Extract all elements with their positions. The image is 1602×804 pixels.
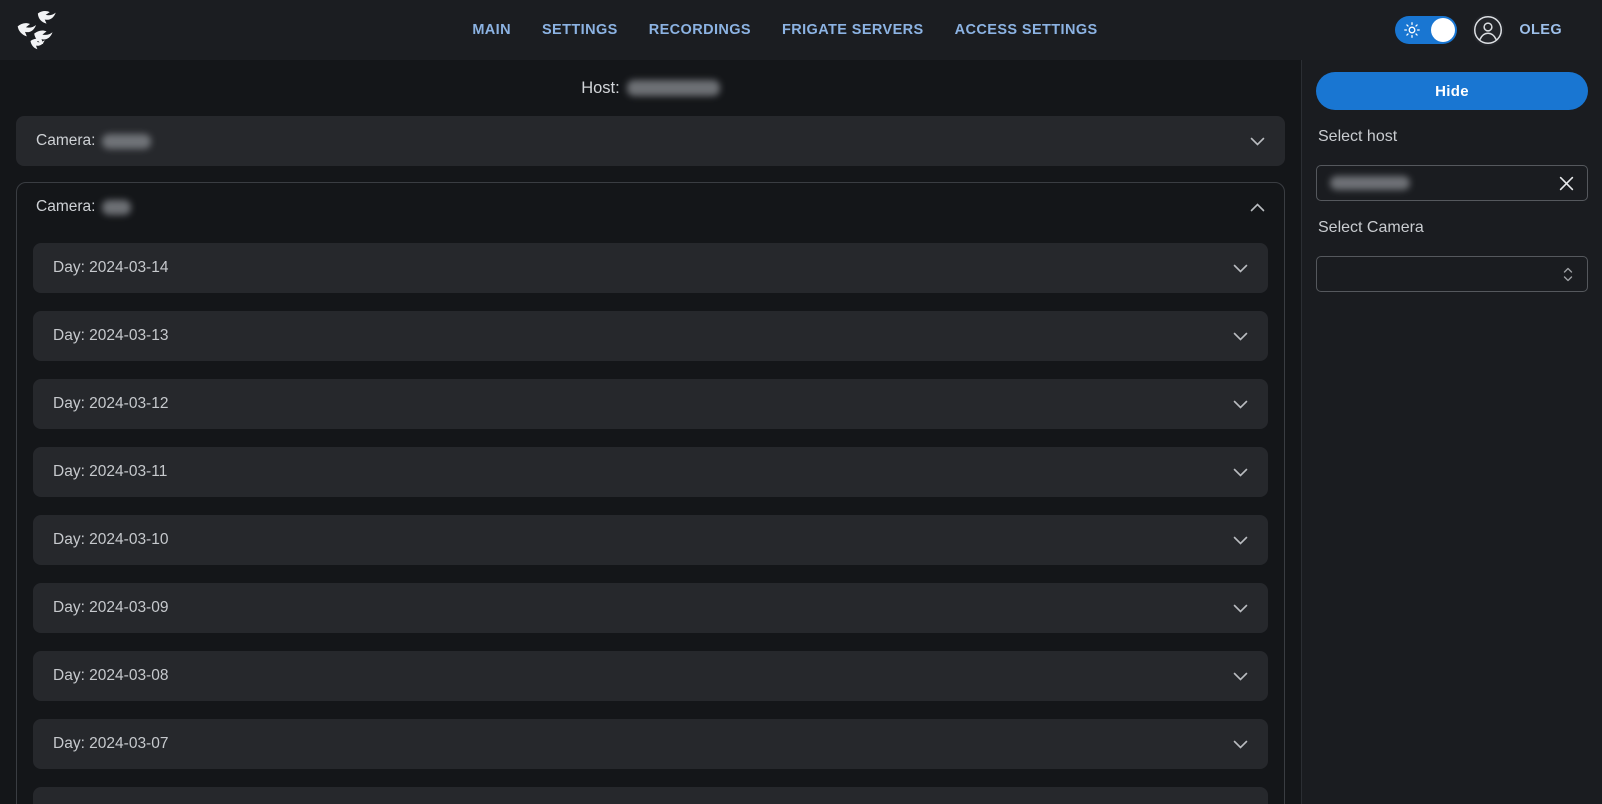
host-select[interactable]: █████████ xyxy=(1316,165,1588,201)
toggle-knob xyxy=(1431,18,1455,42)
nav-link[interactable]: MAIN xyxy=(472,22,511,38)
username[interactable]: OLEG xyxy=(1519,22,1562,38)
nav-link[interactable]: RECORDINGS xyxy=(649,22,751,38)
top-navigation-bar: MAIN SETTINGS RECORDINGS FRIGATE SERVERS… xyxy=(0,0,1602,60)
camera-accordion-label: Camera: ███ xyxy=(36,198,131,216)
day-row[interactable]: Day: 2024-03-14 xyxy=(33,243,1268,293)
camera-accordion-collapsed[interactable]: Camera: █████ xyxy=(16,116,1285,166)
select-camera-label: Select Camera xyxy=(1318,219,1586,237)
host-label: Host: xyxy=(581,79,620,98)
nav-link[interactable]: SETTINGS xyxy=(542,22,618,38)
select-arrows-icon xyxy=(1562,266,1574,283)
day-label: Day: 2024-03-13 xyxy=(53,327,168,345)
host-value-redacted: █████████ xyxy=(627,80,720,96)
camera-accordion-expanded: Camera: ███ Day: 2024-03-14 xyxy=(16,182,1285,804)
camera-label: Camera: xyxy=(36,132,95,150)
day-label: Day: 2024-03-08 xyxy=(53,667,168,685)
host-line: Host: █████████ xyxy=(16,76,1285,100)
chevron-down-icon xyxy=(1233,332,1248,341)
theme-toggle[interactable] xyxy=(1395,16,1457,44)
day-row[interactable]: Day: 2024-03-13 xyxy=(33,311,1268,361)
frigate-birds-logo[interactable] xyxy=(13,7,59,53)
filter-sidebar: Hide Select host █████████ Select Camera xyxy=(1302,60,1602,804)
day-label: Day: 2024-03-11 xyxy=(53,463,167,481)
chevron-down-icon xyxy=(1233,400,1248,409)
day-row[interactable]: Day: 2024-03-10 xyxy=(33,515,1268,565)
day-label: Day: 2024-03-07 xyxy=(53,735,168,753)
camera-label: Camera: xyxy=(36,198,95,216)
clear-icon[interactable] xyxy=(1559,176,1574,191)
chevron-down-icon xyxy=(1233,672,1248,681)
day-row[interactable]: Day: 2024-03-08 xyxy=(33,651,1268,701)
recordings-panel: Host: █████████ Camera: █████ Camera: ██… xyxy=(0,60,1302,804)
sun-icon xyxy=(1404,22,1420,38)
main-nav: MAIN SETTINGS RECORDINGS FRIGATE SERVERS… xyxy=(472,22,1097,38)
page-content: Host: █████████ Camera: █████ Camera: ██… xyxy=(0,60,1602,804)
camera-accordion-header[interactable]: Camera: ███ xyxy=(17,183,1284,231)
day-row-partial[interactable] xyxy=(33,787,1268,804)
chevron-down-icon xyxy=(1250,137,1265,146)
day-list: Day: 2024-03-14 Day: 2024-03-13 xyxy=(17,231,1284,804)
day-label: Day: 2024-03-09 xyxy=(53,599,168,617)
camera-name-redacted: ███ xyxy=(102,200,131,215)
chevron-up-icon xyxy=(1250,203,1265,212)
topbar-right-group: OLEG xyxy=(1395,14,1562,46)
chevron-down-icon xyxy=(1233,604,1248,613)
chevron-down-icon xyxy=(1233,740,1248,749)
day-row[interactable]: Day: 2024-03-09 xyxy=(33,583,1268,633)
chevron-down-icon xyxy=(1233,264,1248,273)
day-row[interactable]: Day: 2024-03-07 xyxy=(33,719,1268,769)
hide-button[interactable]: Hide xyxy=(1316,72,1588,110)
host-select-value-redacted: █████████ xyxy=(1330,176,1410,190)
nav-link[interactable]: FRIGATE SERVERS xyxy=(782,22,924,38)
camera-name-redacted: █████ xyxy=(102,134,150,149)
camera-select[interactable] xyxy=(1316,256,1588,292)
nav-link[interactable]: ACCESS SETTINGS xyxy=(955,22,1098,38)
select-host-label: Select host xyxy=(1318,128,1586,146)
frigate-birds-logo-icon xyxy=(14,8,58,52)
chevron-down-icon xyxy=(1233,468,1248,477)
day-row[interactable]: Day: 2024-03-11 xyxy=(33,447,1268,497)
day-label: Day: 2024-03-10 xyxy=(53,531,168,549)
day-label: Day: 2024-03-12 xyxy=(53,395,168,413)
user-avatar-icon[interactable] xyxy=(1472,14,1504,46)
day-row[interactable]: Day: 2024-03-12 xyxy=(33,379,1268,429)
camera-accordion-label: Camera: █████ xyxy=(36,132,151,150)
day-label: Day: 2024-03-14 xyxy=(53,259,168,277)
chevron-down-icon xyxy=(1233,536,1248,545)
